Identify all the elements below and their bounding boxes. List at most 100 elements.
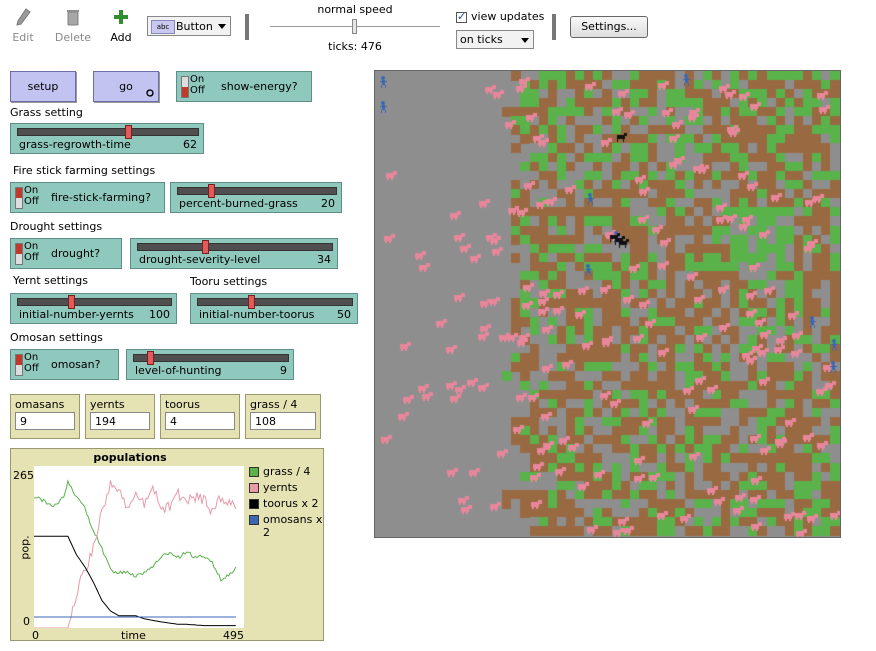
edit-label: Edit — [12, 31, 34, 44]
toolbar: Edit Delete Add abc Button normal speed … — [0, 0, 876, 62]
slider-thumb[interactable] — [208, 184, 216, 198]
switch-toggle[interactable] — [15, 354, 23, 376]
switch-toggle[interactable] — [181, 76, 189, 98]
setup-button[interactable]: setup — [10, 71, 76, 102]
slider-thumb[interactable] — [125, 125, 133, 139]
slider-name: initial-number-yernts — [19, 308, 134, 321]
slider-value: 50 — [337, 308, 351, 321]
omosan-switch-label: omosan? — [51, 358, 101, 371]
y-max-tick: 265 — [13, 469, 34, 482]
tooru-settings-note: Tooru settings — [190, 275, 268, 288]
update-mode-value: on ticks — [460, 33, 503, 46]
edit-button[interactable]: Edit — [10, 8, 36, 44]
fire-settings-note: Fire stick farming settings — [13, 164, 156, 177]
x-min-tick: 0 — [32, 629, 39, 642]
drought-switch[interactable]: On Off drought? — [10, 238, 122, 269]
world-patches — [375, 71, 840, 537]
omosan-settings-note: Omosan settings — [10, 331, 103, 344]
monitor-omasans: omasans 9 — [10, 394, 80, 439]
legend-swatch — [249, 483, 259, 493]
plus-icon — [114, 10, 128, 24]
widget-type-value: Button — [176, 20, 213, 33]
x-axis-label: time — [121, 629, 146, 642]
legend-label: toorus x 2 — [263, 497, 319, 510]
slider-name: level-of-hunting — [135, 364, 222, 377]
legend-swatch — [249, 467, 259, 477]
world-view[interactable] — [374, 70, 841, 538]
plot-title: populations — [93, 451, 167, 464]
slider-value: 34 — [317, 253, 331, 266]
delete-button[interactable]: Delete — [54, 8, 92, 44]
slider-track[interactable] — [137, 240, 333, 254]
slider-value: 20 — [321, 197, 335, 210]
slider-track[interactable] — [17, 295, 172, 309]
fire-stick-farming-switch[interactable]: On Off fire-stick-farming? — [10, 182, 165, 213]
tick-counter: ticks: 476 — [328, 40, 382, 53]
trash-icon — [67, 10, 79, 26]
plot-legend: grass / 4 yernts toorus x 2 omosans x 2 — [247, 465, 325, 539]
slider-track[interactable] — [197, 295, 353, 309]
slider-track[interactable] — [17, 125, 199, 139]
monitor-yernts: yernts 194 — [85, 394, 155, 439]
interface-panel: setup go On Off show-energy? Grass settin… — [0, 62, 876, 651]
slider-thumb[interactable] — [147, 351, 155, 365]
grass-regrowth-slider[interactable]: grass-regrowth-time 62 — [10, 123, 204, 154]
switch-states: On Off — [24, 241, 39, 263]
button-widget-icon: abc — [151, 20, 175, 34]
populations-plot: populations 265 0 pop. 0 time 495 grass … — [10, 448, 325, 642]
slider-value: 62 — [183, 138, 197, 151]
plot-area — [34, 466, 244, 628]
legend-label: grass / 4 — [263, 465, 311, 478]
slider-value: 100 — [149, 308, 170, 321]
legend-label: omosans x 2 — [263, 513, 323, 539]
monitor-label: grass / 4 — [250, 398, 298, 411]
monitor-grass: grass / 4 108 — [245, 394, 321, 439]
toolbar-divider — [552, 14, 556, 40]
legend-label: yernts — [263, 481, 298, 494]
hunting-level-slider[interactable]: level-of-hunting 9 — [126, 349, 294, 380]
go-label: go — [119, 80, 133, 93]
switch-toggle[interactable] — [15, 243, 23, 265]
legend-swatch — [249, 499, 259, 509]
toolbar-divider — [245, 14, 249, 40]
slider-value: 9 — [280, 364, 287, 377]
widget-type-select[interactable]: abc Button — [147, 16, 231, 36]
view-updates-label: view updates — [471, 10, 545, 23]
monitor-label: omasans — [15, 398, 65, 411]
settings-button[interactable]: Settings... — [570, 16, 648, 38]
initial-toorus-slider[interactable]: initial-number-toorus 50 — [190, 293, 358, 324]
omosan-switch[interactable]: On Off omosan? — [10, 349, 119, 380]
yernt-settings-note: Yernt settings — [13, 274, 89, 287]
switch-states: On Off — [24, 352, 39, 374]
slider-thumb[interactable] — [201, 240, 209, 254]
speed-slider-thumb[interactable] — [352, 19, 357, 34]
add-button[interactable]: Add — [108, 8, 134, 44]
monitor-value: 9 — [15, 412, 75, 430]
go-button[interactable]: go — [93, 71, 159, 102]
switch-states: On Off — [24, 185, 39, 207]
pencil-icon — [16, 8, 31, 26]
update-mode-select[interactable]: on ticks — [456, 30, 534, 49]
fire-switch-label: fire-stick-farming? — [51, 191, 151, 204]
chevron-down-icon — [521, 38, 529, 43]
drought-severity-slider[interactable]: drought-severity-level 34 — [130, 238, 338, 269]
y-min-tick: 0 — [23, 615, 30, 628]
y-axis-label: pop. — [18, 535, 32, 560]
percent-burned-slider[interactable]: percent-burned-grass 20 — [170, 182, 342, 213]
monitor-label: yernts — [90, 398, 125, 411]
show-energy-label: show-energy? — [221, 80, 298, 93]
initial-yernts-slider[interactable]: initial-number-yernts 100 — [10, 293, 177, 324]
delete-label: Delete — [54, 31, 92, 44]
slider-track[interactable] — [177, 184, 337, 198]
checkbox-icon[interactable] — [456, 10, 467, 23]
view-updates-checkbox[interactable]: view updates — [456, 10, 544, 23]
slider-name: grass-regrowth-time — [19, 138, 131, 151]
slider-track[interactable] — [133, 351, 289, 365]
legend-swatch — [249, 515, 259, 525]
monitor-label: toorus — [165, 398, 200, 411]
show-energy-switch[interactable]: On Off show-energy? — [176, 71, 312, 102]
switch-toggle[interactable] — [15, 187, 23, 209]
slider-thumb[interactable] — [67, 295, 75, 309]
slider-thumb[interactable] — [247, 295, 255, 309]
chevron-down-icon — [218, 24, 226, 29]
